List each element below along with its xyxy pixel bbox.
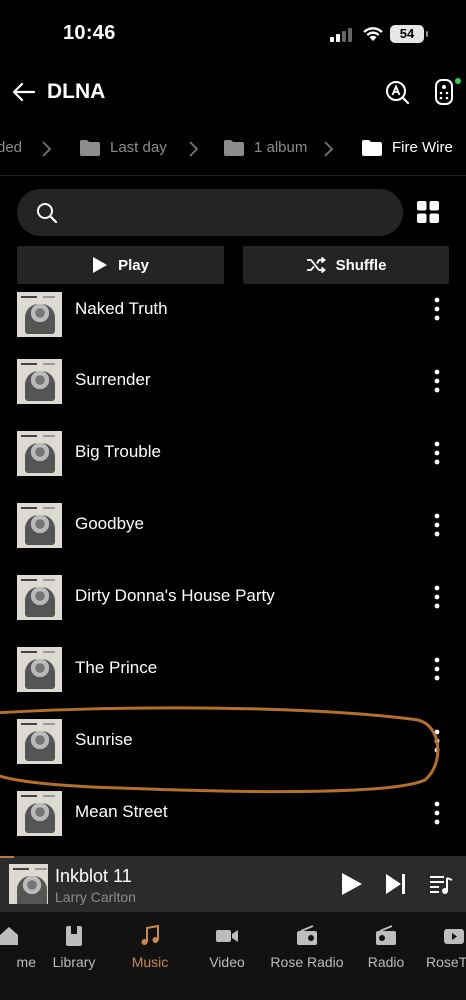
remote-control-icon[interactable] <box>430 78 458 106</box>
track-title: Goodbye <box>75 514 144 533</box>
album-art <box>17 791 62 836</box>
track-title: Surrender <box>75 370 151 389</box>
track-title: Naked Truth <box>75 299 168 318</box>
now-playing-art <box>9 864 48 904</box>
more-options-icon[interactable] <box>427 511 447 539</box>
album-art <box>17 647 62 692</box>
more-options-icon[interactable] <box>427 295 447 323</box>
shuffle-icon <box>306 257 326 273</box>
nav-item-rose-tube[interactable]: RoseT <box>426 912 466 1000</box>
now-playing-artist: Larry Carlton <box>55 889 136 905</box>
video-icon <box>216 930 238 942</box>
cellular-signal-icon <box>330 28 352 42</box>
chevron-right-icon <box>324 141 334 157</box>
track-row[interactable]: Goodbye <box>0 503 466 575</box>
back-arrow-icon[interactable] <box>10 78 38 106</box>
skip-next-icon[interactable] <box>382 870 410 898</box>
track-row[interactable]: Surrender <box>0 359 466 431</box>
folder-icon <box>80 139 100 156</box>
radio-icon <box>376 925 396 945</box>
home-icon <box>0 927 18 945</box>
music-note-icon <box>141 924 159 945</box>
now-playing-bar[interactable]: Inkblot 11 Larry Carlton <box>0 856 466 912</box>
bottom-navigation: me Library Music Video Rose Radio Radio … <box>0 912 466 1000</box>
album-art <box>17 719 62 764</box>
track-list: Naked Truth Surrender Big Trouble Goodby… <box>0 288 466 854</box>
more-options-icon[interactable] <box>427 727 447 755</box>
breadcrumb-item-current[interactable]: Fire Wire <box>362 139 453 156</box>
connection-status-dot <box>455 78 461 84</box>
play-all-button[interactable]: Play <box>17 246 224 284</box>
nav-item-home[interactable]: me <box>0 912 36 1000</box>
more-options-icon[interactable] <box>427 367 447 395</box>
search-input[interactable] <box>17 189 403 236</box>
folder-icon <box>362 139 382 156</box>
app-header: DLNA <box>0 66 466 120</box>
album-art <box>17 359 62 404</box>
breadcrumb-item[interactable]: 1 album <box>224 139 307 156</box>
track-row[interactable]: Naked Truth <box>0 288 466 359</box>
chevron-right-icon <box>42 141 52 157</box>
shuffle-button[interactable]: Shuffle <box>243 246 449 284</box>
album-art <box>17 431 62 476</box>
nav-item-music[interactable]: Music <box>122 912 178 1000</box>
more-options-icon[interactable] <box>427 655 447 683</box>
nav-item-rose-radio[interactable]: Rose Radio <box>268 912 346 1000</box>
track-row[interactable]: Dirty Donna's House Party <box>0 575 466 647</box>
album-art <box>17 575 62 620</box>
track-row[interactable]: Sunrise <box>0 719 466 791</box>
track-row[interactable]: Mean Street <box>0 791 466 854</box>
play-icon <box>93 257 108 273</box>
rose-tube-icon <box>444 929 464 944</box>
nav-item-video[interactable]: Video <box>200 912 254 1000</box>
album-art <box>17 503 62 548</box>
track-row[interactable]: The Prince <box>0 647 466 719</box>
search-a-icon[interactable] <box>383 78 411 106</box>
breadcrumb: ded Last day 1 album Fire Wire <box>0 120 466 176</box>
track-row[interactable]: Big Trouble <box>0 431 466 503</box>
folder-icon <box>224 139 244 156</box>
now-playing-title: Inkblot 11 <box>55 866 132 886</box>
play-icon[interactable] <box>337 870 365 898</box>
more-options-icon[interactable] <box>427 583 447 611</box>
chevron-right-icon <box>189 141 199 157</box>
search-icon <box>37 203 58 224</box>
track-title: Dirty Donna's House Party <box>75 586 275 605</box>
status-time: 10:46 <box>63 22 116 44</box>
more-options-icon[interactable] <box>427 439 447 467</box>
queue-icon[interactable] <box>427 870 455 898</box>
nav-item-library[interactable]: Library <box>44 912 104 1000</box>
track-title: Big Trouble <box>75 442 161 461</box>
more-options-icon[interactable] <box>427 799 447 827</box>
battery-indicator: 54 <box>390 25 428 43</box>
library-icon <box>66 926 82 946</box>
breadcrumb-item[interactable]: Last day <box>80 139 167 156</box>
breadcrumb-item[interactable]: ded <box>0 139 22 156</box>
grid-view-icon[interactable] <box>417 201 439 223</box>
radio-icon <box>297 925 317 945</box>
page-title: DLNA <box>47 80 106 103</box>
track-title: Mean Street <box>75 802 168 821</box>
track-title: Sunrise <box>75 730 133 749</box>
playback-progress <box>0 856 14 858</box>
wifi-icon <box>363 27 383 41</box>
track-title: The Prince <box>75 658 158 677</box>
nav-item-radio[interactable]: Radio <box>360 912 412 1000</box>
album-art <box>17 292 62 337</box>
status-bar: 10:46 54 <box>0 0 466 66</box>
